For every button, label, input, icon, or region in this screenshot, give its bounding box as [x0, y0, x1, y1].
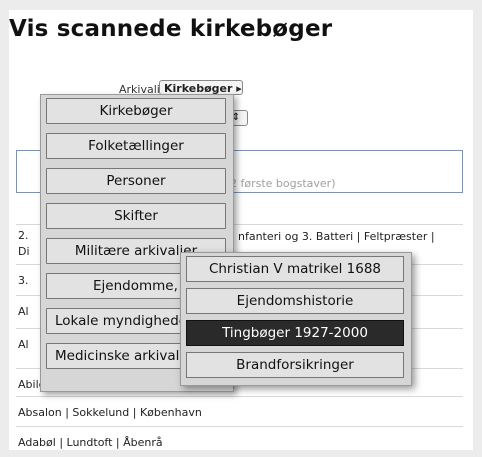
menu-item-kirkeboger[interactable]: Kirkebøger	[46, 98, 226, 124]
list-item[interactable]: Absalon | Sokkelund | København	[16, 396, 463, 427]
list-item-label-second-line: Di	[18, 245, 30, 258]
list-item-label: Al	[18, 305, 29, 318]
search-hint: 2 første bogstaver)	[230, 177, 336, 190]
list-item-label: Absalon | Sokkelund | København	[18, 406, 202, 419]
submenu-item-ejendomshistorie[interactable]: Ejendomshistorie	[186, 288, 404, 314]
list-item[interactable]: Adabøl | Lundtoft | Åbenrå	[16, 426, 463, 457]
list-item-label: 3.	[18, 274, 29, 287]
archive-select[interactable]: Kirkebøger ▸	[159, 80, 243, 95]
list-item-label: Al	[18, 338, 29, 351]
page-title: Vis scannede kirkebøger	[9, 16, 333, 42]
submenu-item-christian-v-matrikel[interactable]: Christian V matrikel 1688	[186, 256, 404, 282]
menu-item-personer[interactable]: Personer	[46, 168, 226, 194]
submenu-item-brandforsikringer[interactable]: Brandforsikringer	[186, 352, 404, 378]
chevron-right-icon: ▸	[236, 82, 242, 95]
list-item-label: Adabøl | Lundtoft | Åbenrå	[18, 436, 163, 449]
list-item-label-continued: nfanteri og 3. Batteri | Feltpræster |	[238, 230, 435, 243]
submenu-item-tingboger[interactable]: Tingbøger 1927-2000	[186, 320, 404, 346]
menu-item-skifter[interactable]: Skifter	[46, 203, 226, 229]
menu-item-folketaellinger[interactable]: Folketællinger	[46, 133, 226, 159]
ejendomme-submenu: Christian V matrikel 1688 Ejendomshistor…	[180, 252, 412, 386]
list-item-label: 2.	[18, 229, 29, 242]
